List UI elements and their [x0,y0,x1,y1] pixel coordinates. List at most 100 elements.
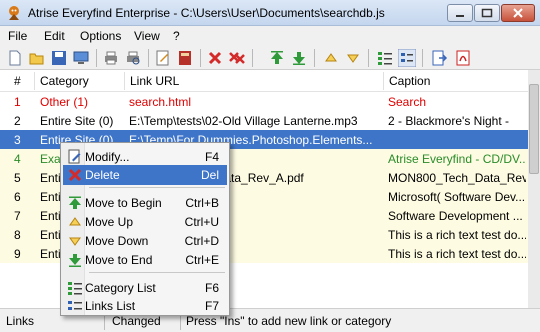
toolbar-separator [96,49,97,67]
menu-item-delete[interactable]: Delete Del [63,165,227,185]
delete-book-icon[interactable] [176,49,194,67]
row-caption: 2 - Blackmore's Night - [388,114,509,128]
column-header-caption[interactable]: Caption [389,74,430,88]
window-title: Atrise Everyfind Enterprise - C:\Users\U… [28,6,385,20]
table-row[interactable]: 2 Entire Site (0) E:\Temp\tests\02-Old Vil… [0,111,528,130]
row-url: search.html [129,95,192,109]
menu-options[interactable]: Options [80,29,121,43]
category-list-icon[interactable] [376,49,394,67]
status-changed: Changed [112,314,161,328]
row-caption: Search [388,95,427,109]
delete-all-icon[interactable] [228,49,246,67]
vertical-scrollbar[interactable] [528,70,540,308]
export-icon[interactable] [430,49,448,67]
column-header-url[interactable]: Link URL [130,74,179,88]
minimize-icon [456,15,464,17]
status-links: Links [6,314,35,328]
pdf-icon[interactable] [454,49,472,67]
move-down-icon[interactable] [344,49,362,67]
menu-item-move-down[interactable]: Move Down Ctrl+D [63,231,227,251]
menu-item-shortcut: Del [200,168,219,182]
column-divider[interactable] [34,72,35,90]
row-caption: Microsoft( Software Dev... [388,190,526,204]
category-list-icon [68,282,82,295]
print-icon[interactable] [102,49,120,67]
row-number: 9 [14,247,21,261]
toolbar-separator [422,49,423,67]
links-list-icon[interactable] [398,49,416,67]
scrollbar-thumb[interactable] [529,84,539,174]
menu-item-label: Delete [85,168,120,182]
move-down-icon [69,237,81,246]
column-header-category[interactable]: Category [40,74,89,88]
menu-item-label: Modify... [85,150,130,164]
maximize-icon [481,8,493,18]
menu-bar: File Edit Options View ? [0,26,540,46]
menu-item-modify[interactable]: Modify... F4 [63,147,227,167]
open-icon[interactable] [28,49,46,67]
context-menu: Modify... F4 Delete Del Move to Begin Ctrl+B M… [60,142,230,316]
menu-item-label: Move Down [85,234,149,248]
new-icon[interactable] [6,49,24,67]
row-number: 7 [14,209,21,223]
menu-item-label: Move to Begin [85,196,162,210]
toolbar-separator [368,49,369,67]
column-header-num[interactable]: # [14,74,21,88]
menu-file[interactable]: File [8,29,27,43]
row-number: 3 [14,133,21,147]
menu-item-move-to-end[interactable]: Move to End Ctrl+E [63,250,227,270]
menu-edit[interactable]: Edit [44,29,65,43]
menu-item-shortcut: F4 [204,150,219,164]
menu-item-label: Category List [85,281,156,295]
row-number: 1 [14,95,21,109]
column-divider[interactable] [383,72,384,90]
row-category: Other (1) [40,95,89,109]
save-icon[interactable] [50,49,68,67]
monitor-icon[interactable] [72,49,90,67]
menu-help[interactable]: ? [173,29,180,43]
minimize-button[interactable] [447,4,473,22]
row-number: 8 [14,228,21,242]
maximize-button[interactable] [474,4,500,22]
menu-item-links-list[interactable]: Links List F7 [63,296,227,316]
menu-item-move-up[interactable]: Move Up Ctrl+U [63,212,227,232]
move-end-icon [69,254,81,267]
status-hint: Press "Ins" to add new link or category [186,314,392,328]
print-preview-icon[interactable] [124,49,142,67]
row-caption: This is a rich text test do... [388,228,526,242]
menu-item-label: Move Up [85,215,134,229]
close-icon [513,8,523,18]
menu-view[interactable]: View [134,29,160,43]
edit-icon[interactable] [154,49,172,67]
column-divider[interactable] [124,72,125,90]
move-up-icon[interactable] [322,49,340,67]
row-category: Entire Site (0) [40,114,114,128]
move-bottom-icon[interactable] [290,49,308,67]
title-bar: Atrise Everyfind Enterprise - C:\Users\U… [0,0,540,26]
menu-item-shortcut: Ctrl+E [185,253,219,267]
menu-item-shortcut: Ctrl+U [184,215,219,229]
app-icon [9,6,19,20]
menu-item-shortcut: F7 [204,299,219,313]
move-up-icon [69,217,81,226]
table-row[interactable]: 1 Other (1) search.html Search [0,92,528,111]
row-number: 4 [14,152,21,166]
row-number: 5 [14,171,21,185]
table-header: # Category Link URL Caption [0,70,528,92]
menu-item-category-list[interactable]: Category List F6 [63,278,227,298]
close-button[interactable] [501,4,535,22]
row-number: 2 [14,114,21,128]
menu-item-shortcut: F6 [204,281,219,295]
toolbar [0,46,540,70]
menu-item-shortcut: Ctrl+D [184,234,219,248]
row-caption: Software Development ... [388,209,523,223]
toolbar-separator [314,49,315,67]
row-number: 6 [14,190,21,204]
menu-item-label: Links List [85,299,136,313]
links-list-icon [68,301,82,310]
move-top-icon[interactable] [268,49,286,67]
delete-x-icon[interactable] [206,49,224,67]
row-caption: This is a rich text test do... [388,247,526,261]
menu-item-move-to-begin[interactable]: Move to Begin Ctrl+B [63,193,227,213]
delete-icon [68,168,82,182]
